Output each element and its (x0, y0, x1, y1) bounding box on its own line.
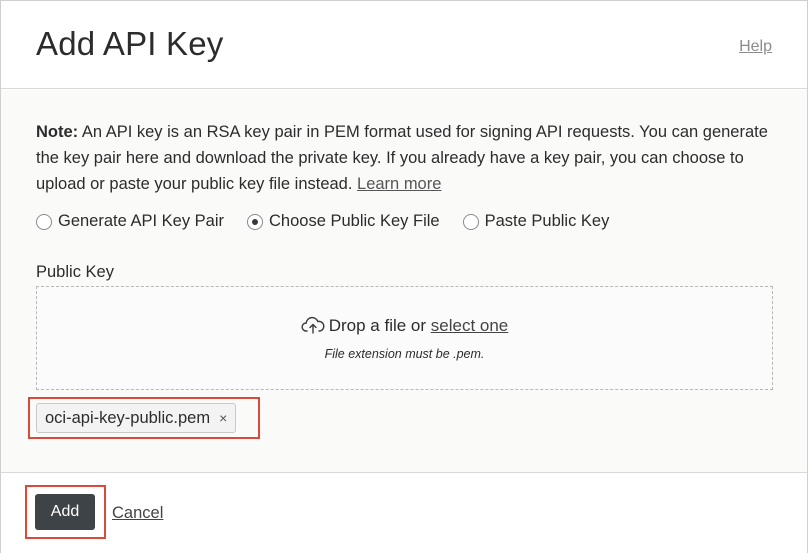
public-key-label: Public Key (36, 263, 114, 281)
drop-text: Drop a file or (328, 316, 431, 335)
note-text: Note: An API key is an RSA key pair in P… (36, 119, 776, 197)
learn-more-link[interactable]: Learn more (357, 175, 441, 193)
dialog-body: Note: An API key is an RSA key pair in P… (1, 90, 807, 472)
cloud-upload-icon (301, 316, 325, 334)
radio-button[interactable] (462, 213, 479, 230)
note-label: Note: (36, 123, 79, 141)
radio-button-selected[interactable] (247, 213, 264, 230)
file-name: oci-api-key-public.pem (45, 408, 211, 427)
radio-button[interactable] (36, 213, 52, 230)
radio-generate-api-key-pair[interactable]: Generate API Key Pair (36, 212, 224, 231)
radio-label: Generate API Key Pair (58, 212, 225, 230)
radio-label: Paste Public Key (484, 212, 610, 230)
dialog-header: Add API Key Help (1, 1, 807, 89)
dialog-title: Add API Key (36, 25, 224, 62)
add-api-key-dialog: Add API Key Help Note: An API key is an … (0, 0, 808, 553)
dialog-footer: Add Cancel (1, 472, 807, 553)
radio-paste-public-key[interactable]: Paste Public Key (462, 212, 610, 231)
help-link[interactable]: Help (739, 38, 772, 56)
radio-choose-public-key-file[interactable]: Choose Public Key File (247, 212, 440, 231)
remove-file-icon[interactable]: × (219, 410, 227, 426)
key-source-radio-group: Generate API Key Pair Choose Public Key … (36, 212, 632, 231)
drop-instructions: Drop a file or select one (37, 316, 772, 336)
select-file-link[interactable]: select one (431, 316, 509, 335)
cancel-link[interactable]: Cancel (112, 504, 163, 523)
file-drop-zone[interactable]: Drop a file or select one File extension… (36, 286, 773, 390)
file-extension-hint: File extension must be .pem. (324, 347, 485, 361)
add-button[interactable]: Add (35, 494, 95, 530)
radio-label: Choose Public Key File (269, 212, 440, 230)
selected-file-chip: oci-api-key-public.pem × (36, 403, 237, 433)
